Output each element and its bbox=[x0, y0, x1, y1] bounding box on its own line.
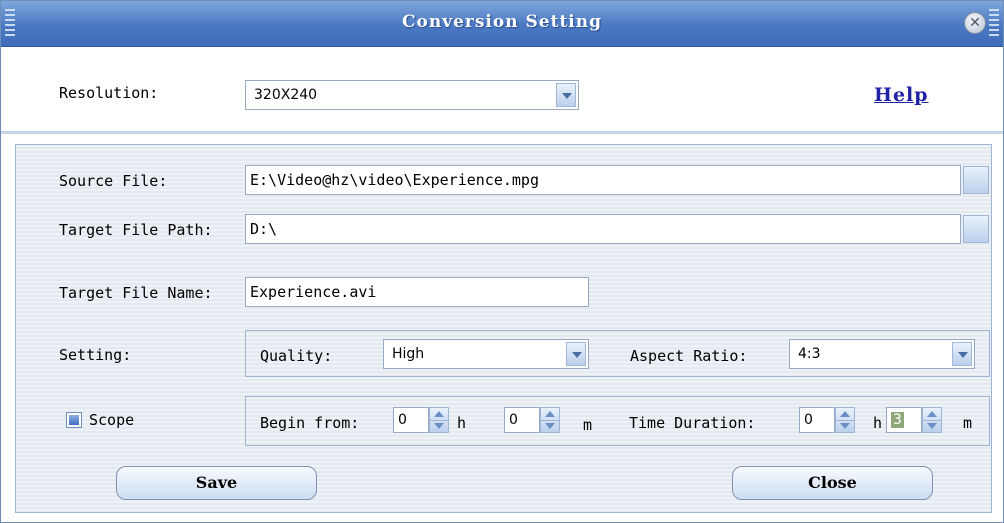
begin-minutes-unit: m bbox=[583, 416, 593, 434]
duration-minutes-selected: 3 bbox=[891, 412, 904, 428]
spin-arrows-icon[interactable] bbox=[429, 407, 449, 433]
begin-hours-unit: h bbox=[457, 414, 467, 432]
begin-from-label: Begin from: bbox=[260, 414, 360, 432]
spin-arrows-icon[interactable] bbox=[922, 407, 942, 433]
chevron-down-icon[interactable] bbox=[556, 83, 576, 107]
duration-hours-value[interactable]: 0 bbox=[799, 407, 835, 433]
quality-label: Quality: bbox=[260, 347, 333, 365]
source-file-label: Source File: bbox=[59, 172, 168, 190]
target-name-label: Target File Name: bbox=[59, 284, 213, 302]
setting-label: Setting: bbox=[59, 346, 132, 364]
chevron-down-icon[interactable] bbox=[952, 342, 972, 366]
title-bar[interactable]: Conversion Setting ✕ bbox=[1, 1, 1003, 47]
conversion-setting-window: Conversion Setting ✕ Resolution: 320X240… bbox=[0, 0, 1004, 523]
divider bbox=[1, 131, 1003, 134]
scope-checkbox[interactable] bbox=[66, 412, 82, 428]
time-duration-label: Time Duration: bbox=[629, 414, 756, 432]
quality-select[interactable]: High bbox=[383, 339, 589, 369]
duration-minutes-value[interactable]: 3 bbox=[886, 407, 922, 433]
chevron-down-icon[interactable] bbox=[566, 342, 586, 366]
source-file-browse-button[interactable] bbox=[963, 166, 989, 194]
scope-label: Scope bbox=[89, 411, 135, 429]
close-button[interactable]: Close bbox=[732, 466, 933, 500]
resolution-select[interactable]: 320X240 bbox=[245, 80, 579, 110]
aspect-ratio-value: 4:3 bbox=[798, 346, 821, 362]
target-path-label: Target File Path: bbox=[59, 221, 213, 239]
resolution-value: 320X240 bbox=[254, 87, 318, 103]
target-name-field[interactable]: Experience.avi bbox=[245, 277, 589, 307]
quality-value: High bbox=[392, 346, 425, 362]
settings-panel bbox=[15, 144, 992, 513]
target-path-browse-button[interactable] bbox=[963, 215, 989, 243]
aspect-ratio-label: Aspect Ratio: bbox=[630, 347, 748, 365]
close-icon[interactable]: ✕ bbox=[964, 12, 986, 34]
duration-minutes-unit: m bbox=[963, 414, 973, 432]
begin-hours-value[interactable]: 0 bbox=[393, 407, 429, 433]
save-button[interactable]: Save bbox=[116, 466, 317, 500]
window-title: Conversion Setting bbox=[401, 12, 603, 32]
source-file-field[interactable]: E:\Video@hz\video\Experience.mpg bbox=[245, 165, 961, 195]
target-path-field[interactable]: D:\ bbox=[245, 214, 961, 244]
resolution-label: Resolution: bbox=[59, 84, 159, 102]
spin-arrows-icon[interactable] bbox=[540, 407, 560, 433]
duration-hours-unit: h bbox=[873, 414, 883, 432]
spin-arrows-icon[interactable] bbox=[835, 407, 855, 433]
aspect-ratio-select[interactable]: 4:3 bbox=[789, 339, 975, 369]
begin-minutes-value[interactable]: 0 bbox=[504, 407, 540, 433]
help-link[interactable]: Help bbox=[874, 84, 929, 106]
